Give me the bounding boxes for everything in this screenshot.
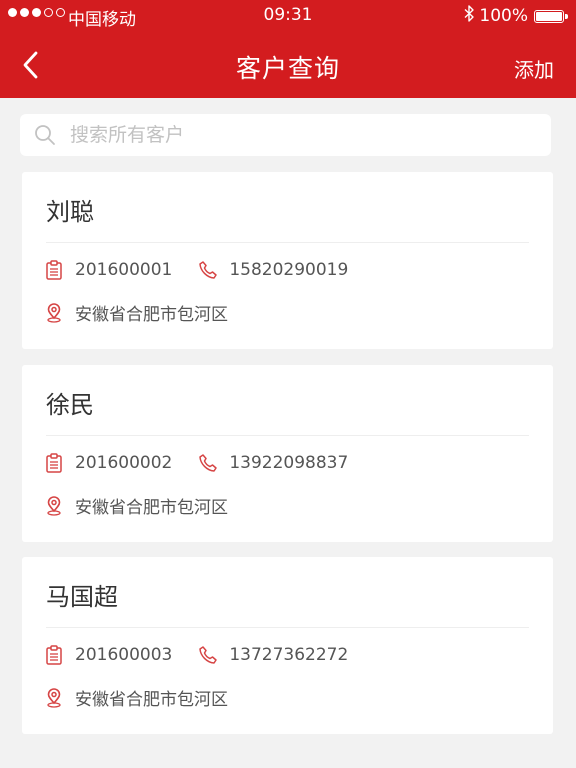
navigation-bar: 客户查询 添加 <box>0 32 576 98</box>
customer-contact-row: 201600003 13727362272 <box>44 645 348 665</box>
battery-percentage: 100% <box>479 6 528 26</box>
location-pin-icon <box>44 495 64 516</box>
page-title: 客户查询 <box>235 54 340 83</box>
customer-name: 刘聪 <box>46 198 94 226</box>
customer-address: 安徽省合肥市包河区 <box>75 690 228 710</box>
search-bar[interactable] <box>20 114 551 156</box>
clipboard-icon <box>44 260 64 280</box>
customer-card[interactable]: 马国超 201600003 13727362272 安徽省合肥市包河区 <box>22 557 553 734</box>
customer-id: 201600001 <box>75 260 173 280</box>
app-header: 中国移动 09:31 100% 客户查询 添加 <box>0 0 576 98</box>
customer-name: 马国超 <box>46 583 118 611</box>
divider <box>46 242 529 243</box>
clipboard-icon <box>44 453 64 473</box>
divider <box>46 627 529 628</box>
customer-contact-row: 201600001 15820290019 <box>44 260 348 280</box>
customer-address: 安徽省合肥市包河区 <box>75 498 228 518</box>
status-right: 100% <box>464 5 568 27</box>
customer-name: 徐民 <box>46 391 94 419</box>
customer-address-row: 安徽省合肥市包河区 <box>44 493 228 518</box>
customer-address-row: 安徽省合肥市包河区 <box>44 300 228 325</box>
customer-phone[interactable]: 13727362272 <box>229 645 348 665</box>
search-input[interactable] <box>68 123 512 147</box>
customer-phone[interactable]: 13922098837 <box>229 453 348 473</box>
location-pin-icon <box>44 687 64 708</box>
phone-icon <box>198 453 218 473</box>
phone-icon <box>198 260 218 280</box>
customer-address: 安徽省合肥市包河区 <box>75 305 228 325</box>
customer-phone[interactable]: 15820290019 <box>229 260 348 280</box>
bluetooth-icon <box>464 5 475 27</box>
phone-icon <box>198 645 218 665</box>
battery-icon <box>534 9 568 23</box>
location-pin-icon <box>44 302 64 323</box>
add-customer-button[interactable]: 添加 <box>514 54 554 83</box>
customer-card[interactable]: 刘聪 201600001 15820290019 安徽省合肥市包河区 <box>22 172 553 349</box>
customer-id: 201600003 <box>75 645 173 665</box>
divider <box>46 435 529 436</box>
customer-contact-row: 201600002 13922098837 <box>44 453 348 473</box>
search-icon <box>34 124 56 146</box>
customer-id: 201600002 <box>75 453 173 473</box>
customer-card[interactable]: 徐民 201600002 13922098837 安徽省合肥市包河区 <box>22 365 553 542</box>
status-bar: 中国移动 09:31 100% <box>0 0 576 32</box>
customer-address-row: 安徽省合肥市包河区 <box>44 685 228 710</box>
clipboard-icon <box>44 645 64 665</box>
